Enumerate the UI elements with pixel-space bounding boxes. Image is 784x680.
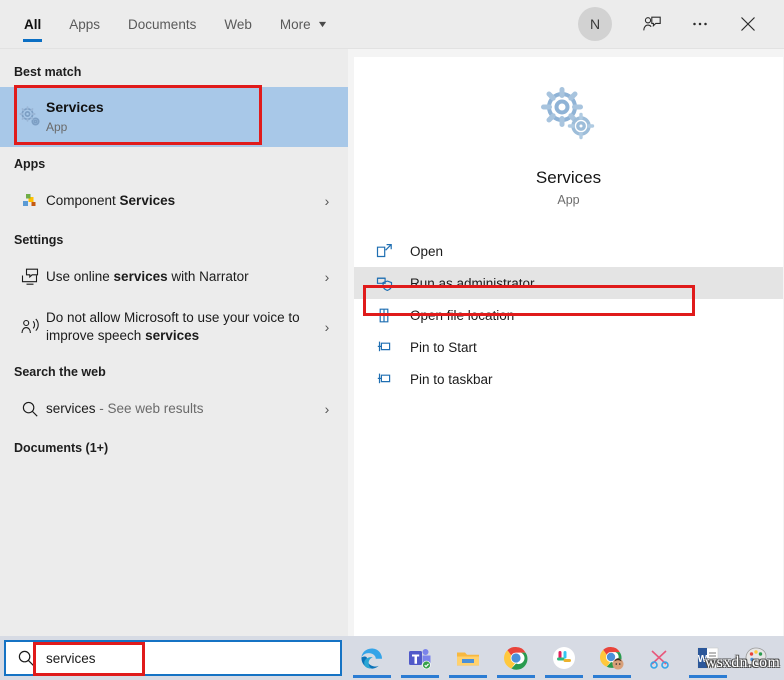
- chevron-down-icon: ▼: [316, 18, 329, 29]
- run-as-administrator-label: Run as administrator: [410, 275, 535, 291]
- result-services-subtitle: App: [46, 120, 68, 135]
- taskbar-slack[interactable]: [545, 638, 583, 678]
- group-header-apps: Apps: [14, 157, 46, 171]
- open-window-icon: [376, 243, 410, 260]
- avatar-initial: N: [589, 16, 601, 32]
- chevron-right-icon: ›: [324, 319, 330, 335]
- narrator-pre: Use online: [46, 268, 114, 284]
- group-header-search-the-web: Search the web: [14, 365, 106, 379]
- pin-to-taskbar-label: Pin to taskbar: [410, 371, 493, 387]
- speech-privacy-em: services: [145, 328, 200, 343]
- tab-apps-label: Apps: [69, 16, 101, 32]
- windows-search-screen: All Apps Documents Web More ▼ N Best mat…: [0, 0, 784, 680]
- tab-web-label: Web: [224, 16, 252, 32]
- narrator-post: with Narrator: [167, 268, 249, 284]
- preview-pane: Services App Open Run as administrator O…: [348, 49, 784, 636]
- preview-app-subtitle: App: [557, 193, 580, 207]
- search-tab-bar: All Apps Documents Web More ▼ N: [0, 0, 784, 49]
- group-header-settings: Settings: [14, 233, 64, 247]
- result-web-search-text: services - See web results: [46, 400, 316, 418]
- preview-card: Services App Open Run as administrator O…: [354, 57, 783, 636]
- component-services-em: Services: [119, 192, 176, 208]
- result-web-search[interactable]: services - See web results ›: [0, 387, 348, 431]
- search-flyout: All Apps Documents Web More ▼ N Best mat…: [0, 0, 784, 636]
- avatar[interactable]: N: [578, 7, 612, 41]
- preview-header: Services App: [354, 57, 783, 217]
- pin-icon: [376, 339, 410, 356]
- taskbar-edge[interactable]: [353, 638, 391, 678]
- open-file-location-label: Open file location: [410, 307, 515, 323]
- narrator-em: services: [113, 268, 168, 284]
- result-component-services-text: Component Services: [46, 192, 316, 210]
- search-icon: [6, 649, 46, 667]
- taskbar-chrome[interactable]: [497, 638, 535, 678]
- voice-icon: [14, 317, 46, 337]
- result-narrator-online-services[interactable]: Use online services with Narrator ›: [0, 255, 348, 299]
- watermark: wsxdn.com: [704, 654, 780, 671]
- chevron-right-icon: ›: [324, 269, 330, 285]
- folder-open-icon: [376, 307, 410, 324]
- ellipsis-icon[interactable]: [678, 2, 722, 46]
- result-services-app[interactable]: Services App: [0, 87, 348, 147]
- shield-window-icon: [376, 275, 410, 292]
- group-header-documents: Documents (1+): [14, 441, 109, 455]
- result-speech-privacy-text: Do not allow Microsoft to use your voice…: [46, 309, 316, 345]
- web-search-query: services: [46, 400, 96, 416]
- component-services-pre: Component: [46, 192, 120, 208]
- search-input-value[interactable]: services: [46, 651, 96, 666]
- monitor-speech-icon: [14, 267, 46, 287]
- taskbar-chrome-profile[interactable]: [593, 638, 631, 678]
- result-services-text: Services App: [46, 98, 338, 135]
- result-services-title: Services: [46, 99, 104, 116]
- preview-app-title: Services: [535, 168, 602, 187]
- search-icon: [14, 400, 46, 418]
- tab-documents-label: Documents: [128, 16, 197, 32]
- preview-app-icon: [354, 81, 783, 154]
- open-action[interactable]: Open: [354, 235, 783, 267]
- tab-documents[interactable]: Documents: [114, 0, 210, 48]
- run-as-administrator-action[interactable]: Run as administrator: [354, 267, 783, 299]
- services-gears-icon: [14, 104, 46, 130]
- pin-to-taskbar-action[interactable]: Pin to taskbar: [354, 363, 783, 395]
- result-speech-services-privacy[interactable]: Do not allow Microsoft to use your voice…: [0, 299, 348, 355]
- result-component-services[interactable]: Component Services ›: [0, 179, 348, 223]
- open-file-location-action[interactable]: Open file location: [354, 299, 783, 331]
- topbar-actions: N: [578, 2, 784, 46]
- chevron-right-icon: ›: [324, 401, 330, 417]
- chevron-right-icon: ›: [324, 193, 330, 209]
- open-action-label: Open: [410, 243, 444, 259]
- tab-list: All Apps Documents Web More ▼: [0, 0, 341, 48]
- result-narrator-text: Use online services with Narrator: [46, 268, 316, 286]
- component-services-icon: [14, 192, 46, 210]
- tab-web[interactable]: Web: [210, 0, 266, 48]
- tab-more[interactable]: More ▼: [266, 0, 341, 48]
- taskbar-file-explorer[interactable]: [449, 638, 487, 678]
- tab-all-label: All: [24, 16, 42, 32]
- preview-actions: Open Run as administrator Open file loca…: [354, 235, 783, 395]
- person-feedback-icon[interactable]: [630, 2, 674, 46]
- taskbar-search-box[interactable]: services: [4, 640, 342, 676]
- taskbar: services W: [0, 636, 784, 680]
- taskbar-teams[interactable]: [401, 638, 439, 678]
- search-body: Best match Services App Apps Component S…: [0, 49, 784, 636]
- results-pane: Best match Services App Apps Component S…: [0, 49, 348, 636]
- tab-apps[interactable]: Apps: [55, 0, 114, 48]
- group-header-best-match: Best match: [14, 65, 82, 79]
- pin-icon: [376, 371, 410, 388]
- close-icon[interactable]: [726, 2, 770, 46]
- pin-to-start-action[interactable]: Pin to Start: [354, 331, 783, 363]
- taskbar-snipping-tool[interactable]: [644, 638, 676, 678]
- tab-all[interactable]: All: [10, 0, 55, 48]
- tab-more-label: More: [279, 16, 311, 32]
- pin-to-start-label: Pin to Start: [410, 339, 477, 355]
- web-search-suffix: - See web results: [95, 400, 204, 416]
